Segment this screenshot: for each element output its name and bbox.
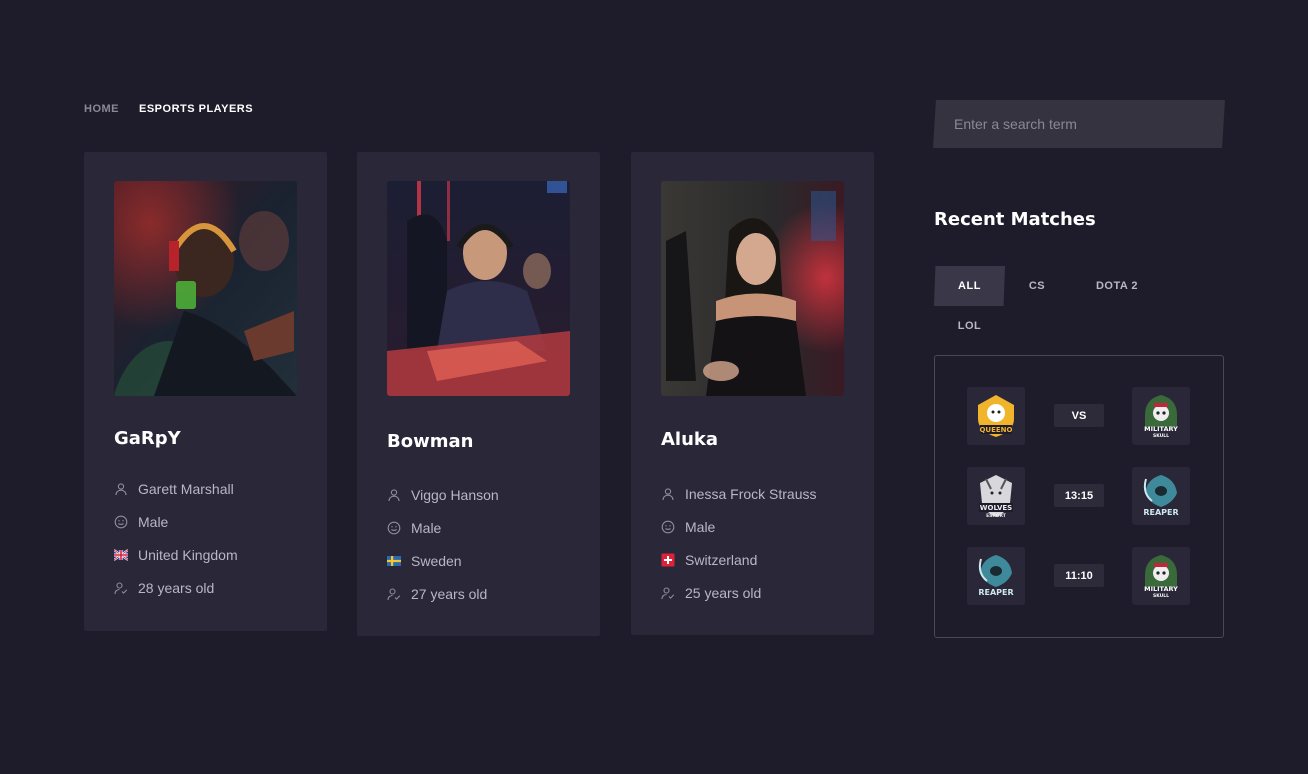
user-check-icon xyxy=(387,587,401,601)
svg-text:REAPER: REAPER xyxy=(1143,508,1178,517)
player-real-name: Viggo Hanson xyxy=(411,486,499,503)
player-photo xyxy=(114,181,297,396)
uk-flag-icon xyxy=(114,548,128,562)
user-icon xyxy=(387,488,401,502)
breadcrumb: HOME ESPORTS PLAYERS xyxy=(84,103,253,115)
search-input[interactable] xyxy=(954,116,1225,132)
search-box xyxy=(933,100,1225,148)
player-age: 27 years old xyxy=(411,585,488,602)
player-age-row: 25 years old xyxy=(661,583,817,602)
player-age-row: 28 years old xyxy=(114,578,238,597)
player-country-row: Sweden xyxy=(387,551,499,570)
player-gender-row: Male xyxy=(387,518,499,537)
player-age: 28 years old xyxy=(138,579,215,596)
tab-dota2[interactable]: DOTA 2 xyxy=(1078,266,1156,306)
svg-text:WOLVES: WOLVES xyxy=(980,504,1012,512)
user-icon xyxy=(661,487,675,501)
player-card[interactable]: GaRpY Garett Marshall Male United Kingdo… xyxy=(84,152,327,631)
user-icon xyxy=(114,482,128,496)
svg-text:SKULL: SKULL xyxy=(1153,433,1169,439)
player-country: Sweden xyxy=(411,552,462,569)
matches-list: QUEENO VS MILITARY SKULL WOLVES ESPORT 1… xyxy=(934,355,1224,638)
team-logo-wolves-esport[interactable]: WOLVES ESPORT xyxy=(967,467,1025,525)
player-photo xyxy=(387,181,570,396)
breadcrumb-home-link[interactable]: HOME xyxy=(84,103,119,115)
player-info: Inessa Frock Strauss Male Switzerland 25… xyxy=(661,484,817,602)
svg-text:MILITARY: MILITARY xyxy=(1144,585,1178,593)
player-country-row: Switzerland xyxy=(661,550,817,569)
breadcrumb-current: ESPORTS PLAYERS xyxy=(139,103,254,115)
user-check-icon xyxy=(114,581,128,595)
player-gender: Male xyxy=(685,518,716,535)
sweden-flag-icon xyxy=(387,554,401,568)
team-logo-queeno[interactable]: QUEENO xyxy=(967,387,1025,445)
team-logo-military-skull[interactable]: MILITARY SKULL xyxy=(1132,387,1190,445)
svg-text:QUEENO: QUEENO xyxy=(979,426,1012,434)
player-photo xyxy=(661,181,844,396)
smile-icon xyxy=(387,521,401,535)
player-card[interactable]: Aluka Inessa Frock Strauss Male Switzerl… xyxy=(631,152,874,635)
player-country: United Kingdom xyxy=(138,546,238,563)
team-logo-reaper[interactable]: REAPER xyxy=(1132,467,1190,525)
user-check-icon xyxy=(661,586,675,600)
player-gender: Male xyxy=(138,513,169,530)
player-name-row: Viggo Hanson xyxy=(387,485,499,504)
player-nickname: Aluka xyxy=(661,429,719,450)
player-age: 25 years old xyxy=(685,584,762,601)
player-name-row: Garett Marshall xyxy=(114,479,238,498)
match-result: VS xyxy=(1054,404,1104,427)
match-result: 13:15 xyxy=(1054,484,1104,507)
tab-all[interactable]: ALL xyxy=(934,266,1005,306)
player-gender-row: Male xyxy=(661,517,817,536)
switzerland-flag-icon xyxy=(661,553,675,567)
player-gender: Male xyxy=(411,519,442,536)
svg-text:SKULL: SKULL xyxy=(1153,593,1169,599)
player-country-row: United Kingdom xyxy=(114,545,238,564)
tab-lol[interactable]: LOL xyxy=(934,306,1005,346)
svg-text:MILITARY: MILITARY xyxy=(1144,425,1178,433)
player-nickname: Bowman xyxy=(387,431,474,452)
team-logo-reaper[interactable]: REAPER xyxy=(967,547,1025,605)
recent-matches-title: Recent Matches xyxy=(934,209,1096,230)
player-nickname: GaRpY xyxy=(114,428,181,449)
match-result: 11:10 xyxy=(1054,564,1104,587)
player-info: Garett Marshall Male United Kingdom 28 y… xyxy=(114,479,238,597)
smile-icon xyxy=(114,515,128,529)
smile-icon xyxy=(661,520,675,534)
player-real-name: Garett Marshall xyxy=(138,480,234,497)
svg-text:ESPORT: ESPORT xyxy=(986,513,1007,519)
svg-text:REAPER: REAPER xyxy=(978,588,1013,597)
player-info: Viggo Hanson Male Sweden 27 years old xyxy=(387,485,499,603)
team-logo-military-skull[interactable]: MILITARY SKULL xyxy=(1132,547,1190,605)
player-real-name: Inessa Frock Strauss xyxy=(685,485,817,502)
player-country: Switzerland xyxy=(685,551,758,568)
player-card[interactable]: Bowman Viggo Hanson Male Sweden 27 years… xyxy=(357,152,600,636)
player-gender-row: Male xyxy=(114,512,238,531)
player-age-row: 27 years old xyxy=(387,584,499,603)
player-name-row: Inessa Frock Strauss xyxy=(661,484,817,503)
tab-cs[interactable]: CS xyxy=(1012,266,1062,306)
